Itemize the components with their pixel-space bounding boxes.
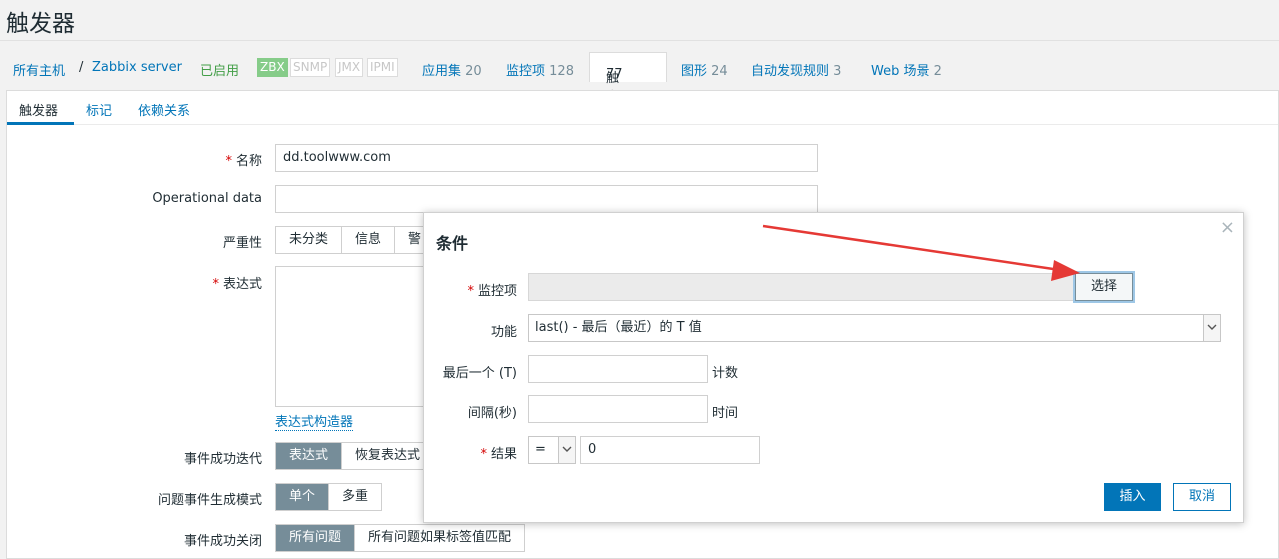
severity-label: 严重性 bbox=[222, 236, 262, 251]
ok-event-generation-selector: 表达式 恢复表达式 bbox=[275, 442, 435, 470]
ok-event-recovery-expression[interactable]: 恢复表达式 bbox=[342, 443, 434, 469]
problem-mode-single[interactable]: 单个 bbox=[276, 484, 330, 510]
result-operator-value: = bbox=[535, 442, 546, 457]
function-select[interactable]: last() - 最后（最近）的 T 值 bbox=[528, 314, 1221, 342]
dialog-title: 条件 bbox=[436, 234, 469, 253]
items-link[interactable]: 监控项 128 bbox=[506, 60, 574, 79]
ok-event-generation-label: 事件成功迭代 bbox=[183, 452, 262, 467]
ok-event-expression[interactable]: 表达式 bbox=[276, 443, 343, 469]
problem-mode-multiple[interactable]: 多重 bbox=[329, 484, 382, 510]
operational-data-label: Operational data bbox=[152, 191, 262, 206]
ok-close-all-problems[interactable]: 所有问题 bbox=[276, 525, 356, 551]
result-label: * 结果 bbox=[480, 447, 517, 462]
severity-selector: 未分类 信息 警 bbox=[275, 226, 436, 254]
result-operator-select[interactable]: = bbox=[528, 436, 576, 464]
ok-close-tag-match[interactable]: 所有问题如果标签值匹配 bbox=[355, 525, 525, 551]
cancel-button[interactable]: 取消 bbox=[1173, 483, 1231, 511]
graphs-link[interactable]: 图形 24 bbox=[681, 60, 728, 79]
result-value-input[interactable]: 0 bbox=[580, 436, 760, 464]
last-of-label: 最后一个 (T) bbox=[442, 366, 517, 381]
function-selected-value: last() - 最后（最近）的 T 值 bbox=[535, 320, 702, 335]
interval-input[interactable] bbox=[528, 395, 708, 423]
triggers-nav-active[interactable]: 触发器 77 bbox=[589, 52, 667, 124]
interval-unit: 时间 bbox=[712, 406, 739, 421]
host-navigation: 所有主机 / Zabbix server 已启用 ZBX SNMP JMX IP… bbox=[0, 52, 1279, 124]
expression-textarea[interactable] bbox=[275, 266, 435, 407]
select-item-button[interactable]: 选择 bbox=[1075, 273, 1133, 301]
discovery-rules-link[interactable]: 自动发现规则 3 bbox=[751, 60, 841, 79]
expression-builder-link[interactable]: 表达式构造器 bbox=[275, 411, 354, 431]
tab-trigger[interactable]: 触发器 bbox=[19, 100, 58, 119]
chevron-down-icon bbox=[558, 437, 575, 463]
item-label: * 监控项 bbox=[467, 284, 517, 299]
function-label: 功能 bbox=[490, 325, 517, 340]
applications-link[interactable]: 应用集 20 bbox=[422, 60, 482, 79]
host-status-enabled[interactable]: 已启用 bbox=[200, 60, 239, 79]
snmp-availability-badge: SNMP bbox=[290, 58, 331, 77]
item-input[interactable] bbox=[528, 273, 1076, 301]
severity-information[interactable]: 信息 bbox=[342, 227, 396, 253]
severity-not-classified[interactable]: 未分类 bbox=[276, 227, 343, 253]
ipmi-availability-badge: IPMI bbox=[367, 58, 398, 77]
jmx-availability-badge: JMX bbox=[335, 58, 364, 77]
last-of-unit: 计数 bbox=[712, 366, 739, 381]
breadcrumb-separator: / bbox=[79, 60, 84, 75]
name-input[interactable]: dd.toolwww.com bbox=[275, 144, 818, 172]
ok-event-closes-selector: 所有问题 所有问题如果标签值匹配 bbox=[275, 524, 526, 552]
problem-event-mode-label: 问题事件生成模式 bbox=[157, 493, 262, 508]
close-icon[interactable]: × bbox=[1220, 217, 1235, 238]
form-tabs: 触发器 标记 依赖关系 bbox=[7, 91, 1278, 125]
interval-label: 间隔(秒) bbox=[467, 406, 517, 421]
ok-event-closes-label: 事件成功关闭 bbox=[183, 534, 262, 549]
insert-button[interactable]: 插入 bbox=[1104, 483, 1161, 511]
chevron-down-icon bbox=[1203, 315, 1220, 341]
operational-data-input[interactable] bbox=[275, 185, 818, 213]
tab-dependencies[interactable]: 依赖关系 bbox=[138, 100, 190, 119]
active-tab-underline bbox=[7, 122, 74, 125]
all-hosts-link[interactable]: 所有主机 bbox=[13, 60, 65, 79]
zbx-availability-badge: ZBX bbox=[257, 58, 288, 77]
last-of-input[interactable] bbox=[528, 355, 708, 383]
name-label: * 名称 bbox=[225, 154, 262, 169]
condition-dialog: 条件 × * 监控项 选择 功能 last() - 最后（最近）的 T 值 最后一… bbox=[423, 212, 1244, 523]
title-divider bbox=[0, 40, 1279, 41]
expression-label: * 表达式 bbox=[212, 277, 262, 292]
web-scenarios-link[interactable]: Web 场景 2 bbox=[871, 60, 942, 79]
page-title: 触发器 bbox=[6, 11, 75, 37]
tab-tags[interactable]: 标记 bbox=[86, 100, 112, 119]
host-link[interactable]: Zabbix server bbox=[92, 60, 182, 75]
problem-event-mode-selector: 单个 多重 bbox=[275, 483, 383, 511]
